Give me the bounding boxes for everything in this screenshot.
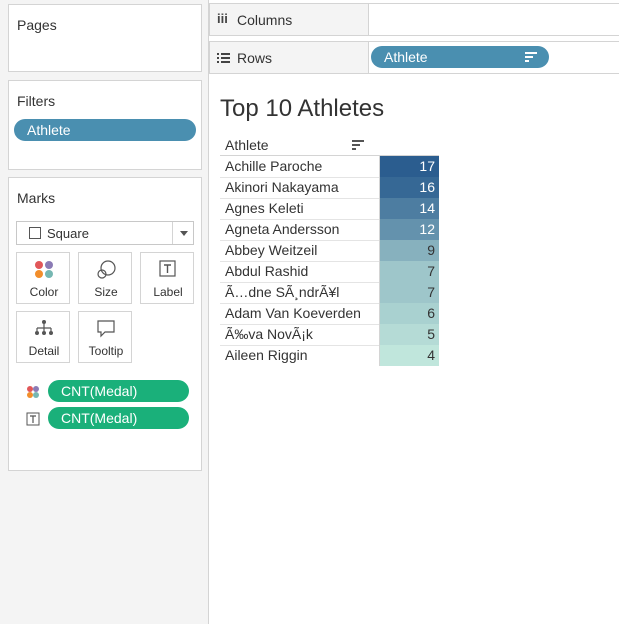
label-button[interactable]: Label xyxy=(140,252,194,304)
medal-count-cell[interactable]: 4 xyxy=(379,345,439,366)
pages-card[interactable]: Pages xyxy=(8,4,202,72)
athlete-name: Akinori Nakayama xyxy=(225,179,339,195)
medal-count-value: 5 xyxy=(427,326,435,342)
table-row[interactable]: Agneta Andersson 12 xyxy=(209,219,439,240)
filter-pill-athlete[interactable]: Athlete xyxy=(14,119,196,141)
color-button[interactable]: Color xyxy=(16,252,70,304)
size-button-label: Size xyxy=(94,285,118,299)
athlete-name: Aileen Riggin xyxy=(225,347,308,363)
medal-count-cell[interactable]: 6 xyxy=(379,303,439,324)
medal-count-value: 7 xyxy=(427,284,435,300)
mark-type-dropdown[interactable]: Square xyxy=(16,221,194,245)
table-row[interactable]: Aileen Riggin 4 xyxy=(209,345,439,366)
athlete-name: Ã…dne SÃ¸ndrÃ¥l xyxy=(225,284,340,300)
marks-title: Marks xyxy=(17,190,56,206)
color-button-label: Color xyxy=(29,285,59,299)
square-mark-icon xyxy=(29,227,41,239)
columns-drop-area[interactable] xyxy=(368,4,619,35)
detail-button-label: Detail xyxy=(28,344,60,358)
medal-count-value: 12 xyxy=(419,221,435,237)
medal-count-cell[interactable]: 16 xyxy=(379,177,439,198)
athlete-name: Ã‰va NovÃ¡k xyxy=(225,326,313,342)
columns-shelf: iii Columns xyxy=(209,3,619,36)
table-row[interactable]: Adam Van Koeverden 6 xyxy=(209,303,439,324)
table-row[interactable]: Abdul Rashid 7 xyxy=(209,261,439,282)
sort-descending-icon[interactable] xyxy=(352,140,364,150)
row-separator xyxy=(220,345,379,346)
row-separator xyxy=(220,324,379,325)
label-button-label: Label xyxy=(153,285,183,299)
tooltip-button[interactable]: Tooltip xyxy=(78,311,132,363)
filters-card[interactable]: Filters Athlete xyxy=(8,80,202,170)
rows-pill-label: Athlete xyxy=(384,49,428,65)
tooltip-icon xyxy=(97,320,115,338)
rows-drop-area[interactable]: Athlete xyxy=(368,42,619,73)
detail-icon xyxy=(35,320,53,335)
rows-shelf: Rows Athlete xyxy=(209,41,619,74)
tooltip-button-label: Tooltip xyxy=(88,344,124,358)
mark-type-label: Square xyxy=(47,226,89,241)
text-label-icon xyxy=(159,260,176,277)
rows-title: Rows xyxy=(237,50,273,66)
view-area: Top 10 Athletes Athlete Achille Paroche 1… xyxy=(209,80,619,624)
chevron-down-icon xyxy=(180,231,188,236)
color-encoding-icon xyxy=(27,386,39,398)
row-separator xyxy=(220,177,379,178)
size-button[interactable]: Size xyxy=(78,252,132,304)
medal-count-cell[interactable]: 14 xyxy=(379,198,439,219)
medal-count-cell[interactable]: 5 xyxy=(379,324,439,345)
columns-icon: iii xyxy=(217,11,228,26)
athlete-name: Agnes Keleti xyxy=(225,200,304,216)
table-row[interactable]: Ã…dne SÃ¸ndrÃ¥l 7 xyxy=(209,282,439,303)
row-separator xyxy=(220,261,379,262)
color-icon xyxy=(35,261,53,278)
medal-count-value: 4 xyxy=(427,347,435,363)
filters-title: Filters xyxy=(17,93,56,109)
rows-pill-athlete[interactable]: Athlete xyxy=(371,46,549,68)
medal-count-cell[interactable]: 17 xyxy=(379,156,439,177)
sort-descending-icon xyxy=(525,52,537,62)
dropdown-separator xyxy=(172,222,173,244)
athlete-name: Adam Van Koeverden xyxy=(225,305,361,321)
table-row[interactable]: Abbey Weitzeil 9 xyxy=(209,240,439,261)
size-icon xyxy=(97,260,116,279)
marks-card: Marks Square Color Size Label Detail Too… xyxy=(8,177,202,471)
table-row[interactable]: Akinori Nakayama 16 xyxy=(209,177,439,198)
rows-icon xyxy=(217,53,230,63)
table-row[interactable]: Agnes Keleti 14 xyxy=(209,198,439,219)
medal-count-value: 14 xyxy=(419,200,435,216)
athlete-name: Abbey Weitzeil xyxy=(225,242,318,258)
medal-count-cell[interactable]: 7 xyxy=(379,261,439,282)
athlete-name: Agneta Andersson xyxy=(225,221,340,237)
medal-count-cell[interactable]: 9 xyxy=(379,240,439,261)
medal-count-value: 9 xyxy=(427,242,435,258)
medal-count-value: 6 xyxy=(427,305,435,321)
row-separator xyxy=(220,219,379,220)
medal-count-value: 17 xyxy=(419,158,435,174)
column-header-athlete[interactable]: Athlete xyxy=(225,137,269,153)
left-panel: Pages Filters Athlete Marks Square Color xyxy=(0,0,209,624)
table-row[interactable]: Ã‰va NovÃ¡k 5 xyxy=(209,324,439,345)
medal-count-cell[interactable]: 12 xyxy=(379,219,439,240)
row-separator xyxy=(220,303,379,304)
detail-button[interactable]: Detail xyxy=(16,311,70,363)
athlete-name: Abdul Rashid xyxy=(225,263,309,279)
athlete-name: Achille Paroche xyxy=(225,158,323,174)
table-row[interactable]: Achille Paroche 17 xyxy=(209,156,439,177)
color-field-pill[interactable]: CNT(Medal) xyxy=(48,380,189,402)
row-separator xyxy=(220,198,379,199)
medal-count-value: 16 xyxy=(419,179,435,195)
label-encoding-icon xyxy=(26,412,40,426)
pages-title: Pages xyxy=(17,17,57,33)
row-separator xyxy=(220,282,379,283)
label-field-pill[interactable]: CNT(Medal) xyxy=(48,407,189,429)
medal-count-value: 7 xyxy=(427,263,435,279)
columns-title: Columns xyxy=(237,12,293,28)
row-separator xyxy=(220,240,379,241)
view-title: Top 10 Athletes xyxy=(220,95,385,122)
medal-count-cell[interactable]: 7 xyxy=(379,282,439,303)
column-divider xyxy=(379,155,380,366)
